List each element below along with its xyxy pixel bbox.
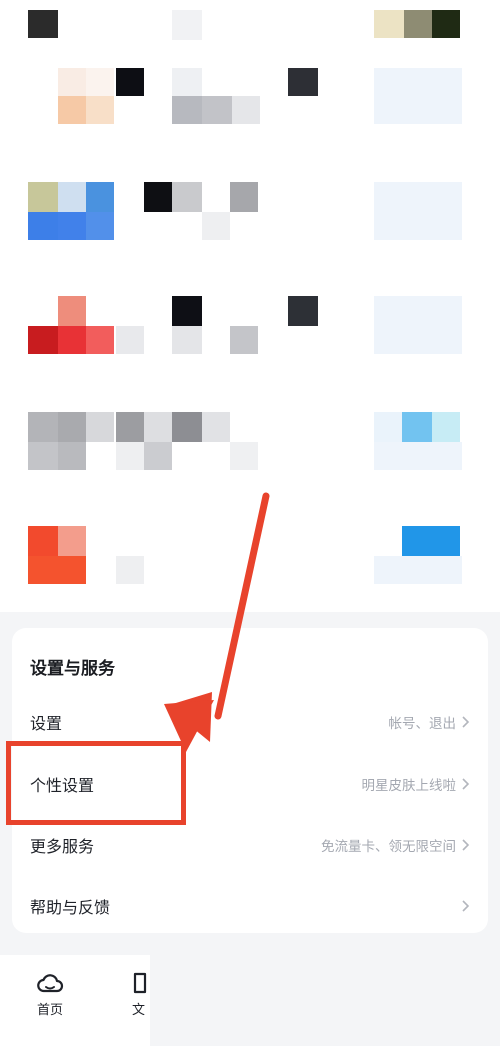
blurred-block <box>86 326 114 354</box>
chevron-right-icon <box>462 716 470 728</box>
blurred-block <box>28 182 58 212</box>
chevron-right-icon <box>462 778 470 790</box>
blurred-block <box>374 296 462 354</box>
blurred-block <box>374 182 462 240</box>
blurred-block <box>28 212 58 240</box>
blurred-block <box>86 412 114 442</box>
blurred-block <box>86 96 114 124</box>
chevron-right-icon <box>462 900 470 912</box>
blurred-block <box>116 556 144 584</box>
chevron-right-icon <box>462 839 470 851</box>
blurred-block <box>402 412 432 442</box>
blurred-block <box>374 556 462 584</box>
nav-files[interactable]: 文 <box>132 971 152 1018</box>
blurred-block <box>116 68 144 96</box>
section-title: 设置与服务 <box>30 659 115 679</box>
blurred-block <box>58 412 86 442</box>
row-label: 帮助与反馈 <box>30 898 111 917</box>
blurred-block <box>58 212 86 240</box>
blurred-block <box>58 326 86 354</box>
blurred-block <box>116 442 144 470</box>
row-label: 更多服务 <box>30 837 95 856</box>
blurred-block <box>432 10 460 38</box>
row-hint: 明星皮肤上线啦 <box>361 778 457 794</box>
blurred-block <box>58 182 86 212</box>
blurred-block <box>58 296 86 326</box>
blurred-block <box>288 68 318 96</box>
row-hint: 免流量卡、领无限空间 <box>321 839 456 855</box>
blurred-block <box>230 442 258 470</box>
blurred-block <box>144 412 172 442</box>
blurred-block <box>404 10 432 38</box>
blurred-block <box>172 182 202 212</box>
blurred-block <box>202 412 230 442</box>
blurred-block <box>374 68 462 124</box>
blurred-block <box>144 442 172 470</box>
blurred-block <box>116 412 144 442</box>
blurred-block <box>172 412 202 442</box>
blurred-block <box>374 442 462 470</box>
row-help-feedback[interactable]: 帮助与反馈 <box>12 876 488 936</box>
blurred-block <box>232 96 260 124</box>
blurred-block <box>58 526 86 556</box>
row-hint: 帐号、退出 <box>388 716 457 732</box>
blurred-block <box>172 296 202 326</box>
blurred-block <box>58 96 86 124</box>
blurred-block <box>28 556 86 584</box>
bottom-bar-cutoff <box>150 955 500 1046</box>
blurred-block <box>58 68 86 96</box>
blurred-block <box>28 526 58 556</box>
blurred-block <box>86 182 114 212</box>
blurred-block <box>172 10 202 40</box>
blurred-block <box>28 326 58 354</box>
nav-label: 文 <box>132 1003 146 1018</box>
blurred-block <box>230 182 258 212</box>
blurred-block <box>172 326 202 354</box>
blurred-block <box>116 326 144 354</box>
pixelated-content-area <box>0 0 500 612</box>
blurred-block <box>202 96 232 124</box>
file-icon <box>133 972 147 994</box>
cloud-icon <box>37 974 64 993</box>
blurred-block <box>374 10 404 38</box>
blurred-block <box>144 182 172 212</box>
blurred-block <box>402 526 460 556</box>
blurred-block <box>28 10 58 38</box>
blurred-block <box>172 96 202 124</box>
blurred-block <box>58 442 86 470</box>
blurred-block <box>86 68 114 96</box>
blurred-block <box>172 68 202 96</box>
blurred-block <box>86 212 114 240</box>
blurred-block <box>28 412 58 442</box>
blurred-block <box>202 212 230 240</box>
bottom-navigation: 首页 文 <box>0 955 500 1046</box>
blurred-block <box>374 412 402 442</box>
blurred-block <box>28 442 58 470</box>
blurred-block <box>288 296 318 326</box>
nav-label: 首页 <box>36 1003 63 1018</box>
row-label: 设置 <box>30 714 63 733</box>
blurred-block <box>230 326 258 354</box>
nav-home[interactable]: 首页 <box>20 971 80 1018</box>
blurred-block <box>432 412 460 442</box>
highlight-box <box>6 741 186 825</box>
